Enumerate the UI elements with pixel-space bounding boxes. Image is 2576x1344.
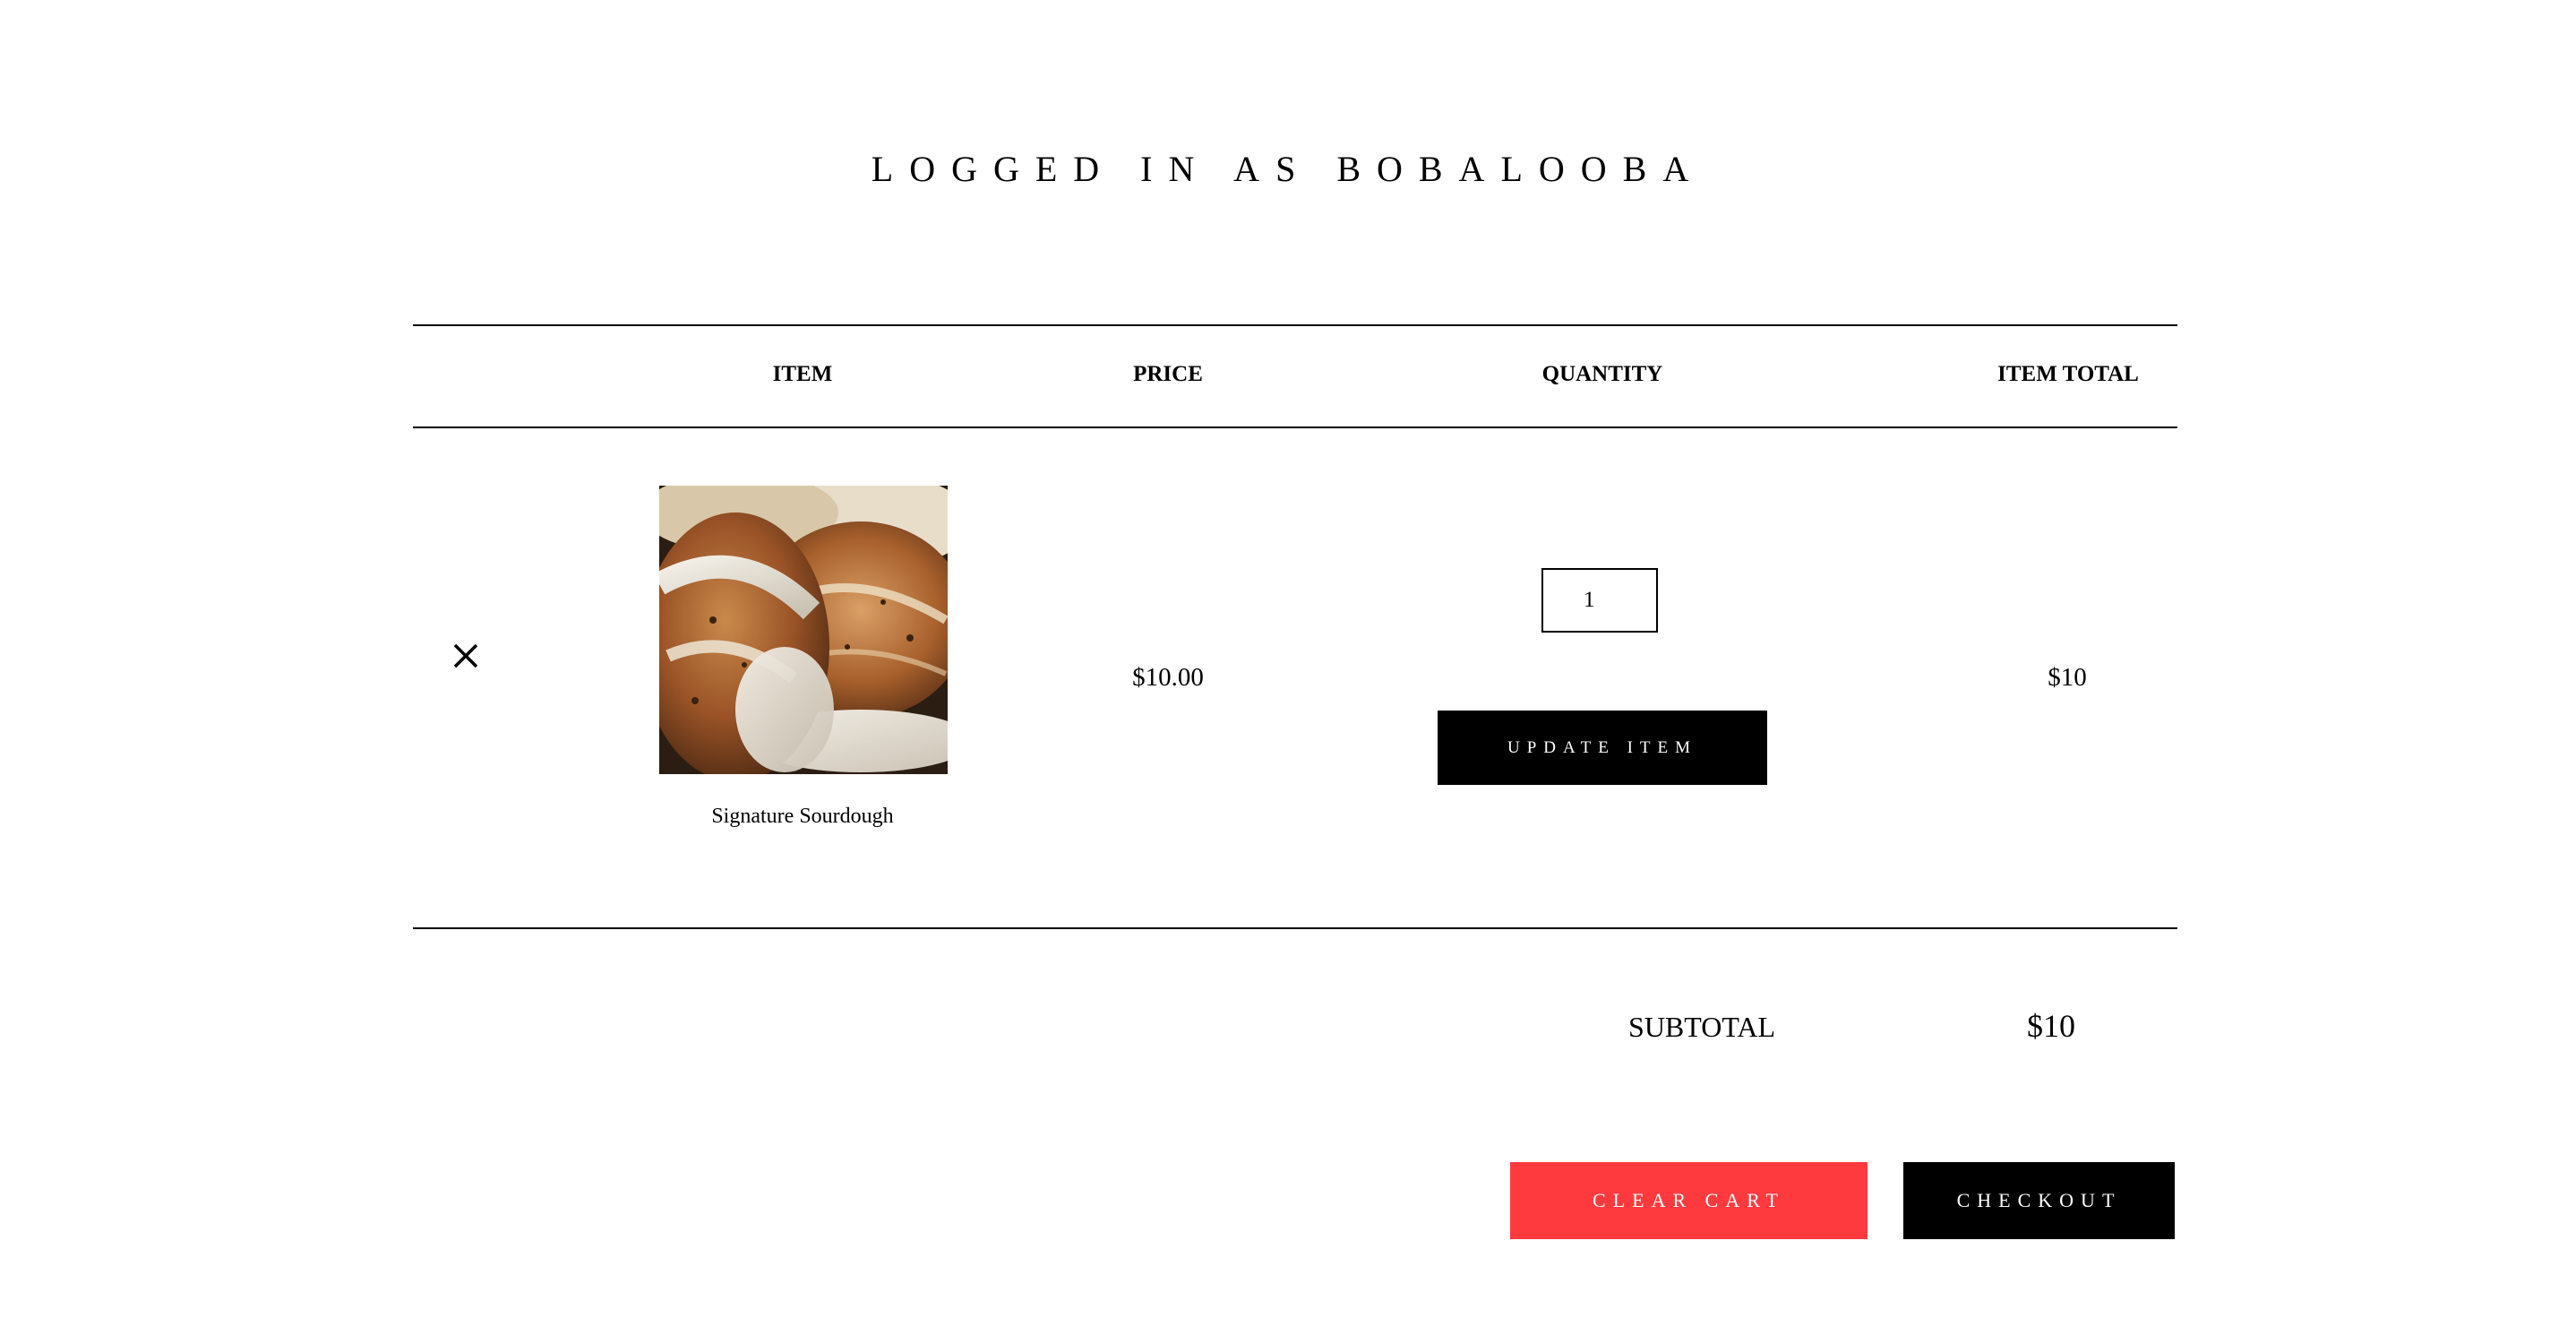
column-header-quantity: QUANTITY xyxy=(1541,362,1663,386)
clear-cart-button[interactable]: CLEAR CART xyxy=(1510,1162,1868,1239)
cart-page: LOGGED IN AS BOBALOOBA ITEM PRICE QUANTI… xyxy=(0,0,2576,1344)
product-name[interactable]: Signature Sourdough xyxy=(711,805,893,829)
product-image[interactable] xyxy=(659,486,948,774)
close-icon xyxy=(453,643,478,668)
column-header-item: ITEM xyxy=(772,362,833,386)
checkout-button[interactable]: CHECKOUT xyxy=(1903,1162,2175,1239)
update-item-button[interactable]: UPDATE ITEM xyxy=(1438,711,1767,785)
quantity-input[interactable] xyxy=(1541,568,1658,633)
table-top-divider xyxy=(413,324,2177,326)
item-total: $10 xyxy=(2048,663,2087,692)
sourdough-bread-image xyxy=(659,486,948,774)
column-header-price: PRICE xyxy=(1133,362,1203,386)
remove-item-button[interactable] xyxy=(448,638,484,674)
column-header-item-total: ITEM TOTAL xyxy=(1997,362,2139,386)
table-header-divider xyxy=(413,426,2177,428)
subtotal-label: SUBTOTAL xyxy=(1628,1011,1775,1043)
subtotal-value: $10 xyxy=(2027,1008,2075,1044)
page-title: LOGGED IN AS BOBALOOBA xyxy=(871,149,1705,189)
table-bottom-divider xyxy=(413,927,2177,929)
item-price: $10.00 xyxy=(1132,663,1204,692)
